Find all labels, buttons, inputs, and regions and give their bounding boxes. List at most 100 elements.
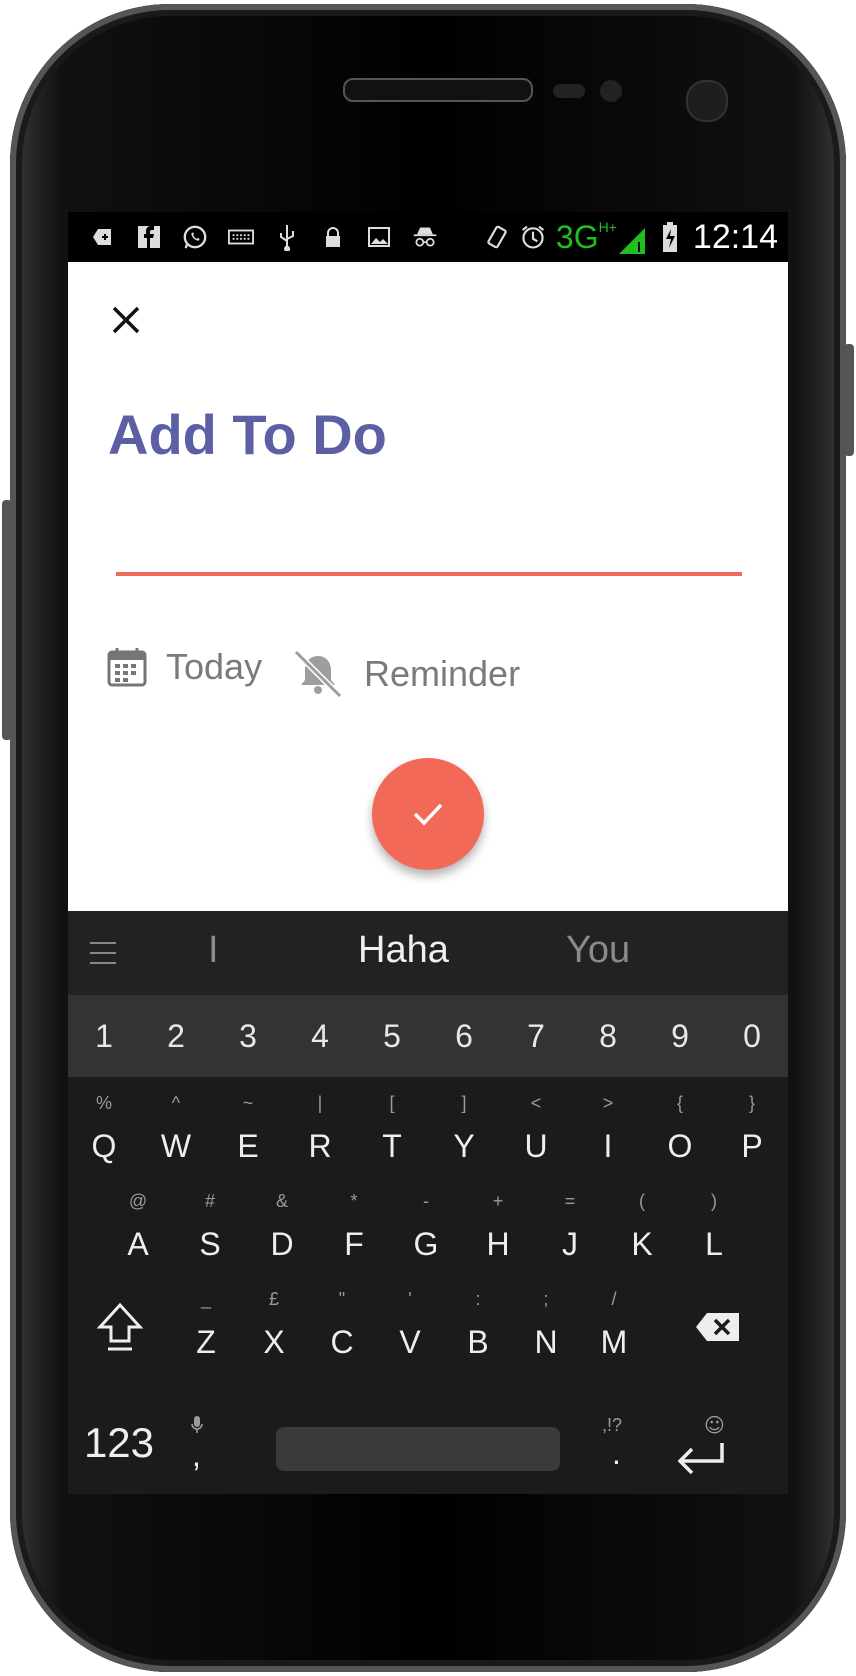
key-alt: ( bbox=[639, 1191, 645, 1211]
key-label: O bbox=[667, 1128, 693, 1164]
backspace-key[interactable] bbox=[648, 1279, 788, 1375]
key-label: S bbox=[199, 1226, 221, 1262]
key-label: H bbox=[486, 1226, 510, 1262]
keyboard-icon bbox=[228, 224, 254, 250]
date-option[interactable]: Today bbox=[106, 646, 262, 688]
key-alt: = bbox=[564, 1191, 576, 1211]
key-f[interactable]: * F bbox=[318, 1181, 390, 1277]
key-r[interactable]: | R bbox=[284, 1083, 356, 1179]
key-t[interactable]: [T bbox=[356, 1083, 428, 1179]
rotate-icon bbox=[484, 224, 510, 250]
shift-key[interactable] bbox=[68, 1279, 172, 1375]
key-x[interactable]: £ X bbox=[240, 1279, 308, 1375]
key-7[interactable]: 7 bbox=[500, 995, 572, 1077]
space-bar[interactable] bbox=[276, 1427, 560, 1471]
symbols-key[interactable]: 123 bbox=[74, 1419, 164, 1467]
key-l[interactable]: ) L bbox=[678, 1181, 750, 1277]
key-u[interactable]: < U bbox=[500, 1083, 572, 1179]
key-y[interactable]: ] Y bbox=[428, 1083, 500, 1179]
key-o[interactable]: {O bbox=[644, 1083, 716, 1179]
key-label: R bbox=[308, 1128, 332, 1164]
usb-icon bbox=[274, 224, 300, 251]
key-alt: > bbox=[602, 1093, 614, 1113]
key-0[interactable]: 0 bbox=[716, 995, 788, 1077]
mic-icon bbox=[191, 1416, 203, 1433]
key-e[interactable]: ~ E bbox=[212, 1083, 284, 1179]
key-alt: { bbox=[676, 1093, 683, 1113]
key-alt: | bbox=[317, 1093, 323, 1113]
key-alt: ' bbox=[408, 1289, 412, 1309]
key-w[interactable]: ^ W bbox=[140, 1083, 212, 1179]
power-button bbox=[844, 344, 854, 456]
reminder-label: Reminder bbox=[364, 653, 521, 694]
period-alt: ,!? bbox=[602, 1415, 623, 1435]
keyboard-menu-button[interactable] bbox=[68, 941, 138, 965]
key-h[interactable]: + H bbox=[462, 1181, 534, 1277]
number-row: 1 2 3 4 5 6 7 8 9 0 bbox=[68, 995, 788, 1077]
key-label: D bbox=[270, 1226, 294, 1262]
key-g[interactable]: -G bbox=[390, 1181, 462, 1277]
confirm-button[interactable] bbox=[372, 758, 484, 870]
network-indicator: 3G H+ bbox=[556, 219, 647, 256]
status-right: 3G H+ 12:14 bbox=[484, 218, 778, 257]
key-d[interactable]: & D bbox=[246, 1181, 318, 1277]
key-2[interactable]: 2 bbox=[140, 995, 212, 1077]
reminder-option[interactable]: Reminder bbox=[290, 646, 520, 702]
key-1[interactable]: 1 bbox=[68, 995, 140, 1077]
volume-button bbox=[2, 500, 12, 740]
enter-key[interactable]: ☺ bbox=[662, 1397, 782, 1494]
key-6[interactable]: 6 bbox=[428, 995, 500, 1077]
key-z[interactable]: _ Z bbox=[172, 1279, 240, 1375]
emoji-icon: ☺ bbox=[704, 1413, 725, 1437]
period-key[interactable]: ,!? . bbox=[588, 1397, 658, 1494]
image-icon bbox=[366, 224, 392, 250]
key-c[interactable]: " C bbox=[308, 1279, 376, 1375]
key-3[interactable]: 3 bbox=[212, 995, 284, 1077]
date-label: Today bbox=[166, 646, 263, 687]
key-8[interactable]: 8 bbox=[572, 995, 644, 1077]
suggestion-1[interactable]: I bbox=[208, 929, 219, 972]
key-a[interactable]: @ A bbox=[102, 1181, 174, 1277]
key-alt: ; bbox=[543, 1289, 549, 1309]
notification-plus-icon bbox=[90, 224, 116, 250]
key-9[interactable]: 9 bbox=[644, 995, 716, 1077]
key-q[interactable]: % Q bbox=[68, 1083, 140, 1179]
key-label: B bbox=[467, 1324, 489, 1360]
key-4[interactable]: 4 bbox=[284, 995, 356, 1077]
key-j[interactable]: = J bbox=[534, 1181, 606, 1277]
proximity-sensor bbox=[553, 84, 585, 98]
alarm-icon bbox=[520, 224, 546, 250]
key-alt: " bbox=[338, 1289, 346, 1309]
close-button[interactable] bbox=[106, 300, 146, 340]
key-label: T bbox=[382, 1128, 402, 1164]
key-s[interactable]: # S bbox=[174, 1181, 246, 1277]
enter-icon bbox=[677, 1443, 724, 1475]
key-label: J bbox=[562, 1226, 578, 1262]
key-label: K bbox=[631, 1226, 653, 1262]
key-alt: _ bbox=[200, 1289, 211, 1309]
key-label: L bbox=[705, 1226, 723, 1262]
key-m[interactable]: / M bbox=[580, 1279, 648, 1375]
soft-keyboard: I Haha You 1 2 3 4 5 6 7 8 9 0 % Q ^ W ~ E … bbox=[68, 911, 788, 1494]
key-i[interactable]: > I bbox=[572, 1083, 644, 1179]
incognito-icon bbox=[412, 224, 438, 250]
key-v[interactable]: ' V bbox=[376, 1279, 444, 1375]
comma-key[interactable]: , bbox=[168, 1397, 228, 1494]
key-label: U bbox=[524, 1128, 548, 1164]
key-label: P bbox=[741, 1128, 763, 1164]
key-label: W bbox=[160, 1128, 192, 1164]
suggestion-2[interactable]: Haha bbox=[358, 929, 449, 972]
key-n[interactable]: ; N bbox=[512, 1279, 580, 1375]
key-row-3: _ Z £ X " C ' V :B ; N / M bbox=[68, 1279, 788, 1375]
key-b[interactable]: :B bbox=[444, 1279, 512, 1375]
key-p[interactable]: } P bbox=[716, 1083, 788, 1179]
check-icon bbox=[413, 803, 443, 826]
key-alt: ~ bbox=[242, 1093, 254, 1113]
key-k[interactable]: (K bbox=[606, 1181, 678, 1277]
todo-input[interactable] bbox=[116, 512, 742, 576]
key-5[interactable]: 5 bbox=[356, 995, 428, 1077]
suggestion-bar: I Haha You bbox=[68, 911, 788, 995]
front-camera bbox=[686, 80, 728, 122]
calendar-icon bbox=[107, 648, 147, 687]
suggestion-3[interactable]: You bbox=[566, 929, 630, 972]
